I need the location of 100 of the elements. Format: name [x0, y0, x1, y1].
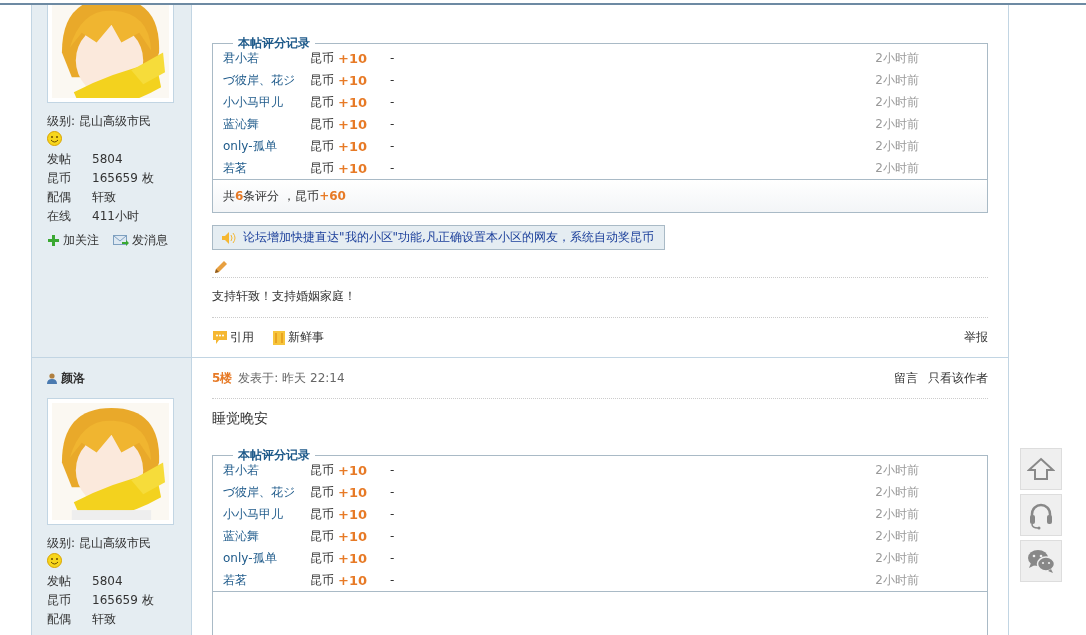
- time-text: 2小时前: [875, 483, 920, 501]
- post-body: 睡觉晚安: [212, 410, 269, 428]
- stat-value: 165659 枚: [92, 170, 154, 187]
- stat-label: 在线: [47, 208, 72, 225]
- amount-text: +10: [338, 462, 368, 478]
- stat-label: 昆币: [47, 170, 72, 187]
- chat-button[interactable]: [1020, 540, 1062, 582]
- amount-text: +10: [338, 550, 368, 566]
- reason-text: -: [390, 161, 395, 175]
- time-text: 2小时前: [875, 159, 920, 177]
- level-text: 级别: 昆山高级市民: [47, 535, 152, 551]
- stat-label: 配偶: [47, 611, 72, 628]
- time-text: 2小时前: [875, 571, 920, 589]
- reason-text: -: [390, 51, 395, 65]
- amount-text: +10: [338, 528, 368, 544]
- rater-link[interactable]: only-孤单: [223, 137, 310, 155]
- time-text: 2小时前: [875, 527, 920, 545]
- currency-label: 昆币: [310, 505, 335, 523]
- currency-label: 昆币: [310, 71, 335, 89]
- stat-value: 5804: [92, 151, 123, 168]
- reason-text: -: [390, 485, 395, 499]
- time-text: 2小时前: [875, 549, 920, 567]
- amount-text: +10: [338, 116, 368, 132]
- notice-text: 论坛增加快捷直达"我的小区"功能,凡正确设置本小区的网友，系统自动奖昆币: [243, 229, 654, 246]
- panel-legend: 本帖评分记录: [233, 36, 315, 51]
- user-icon: [47, 372, 57, 384]
- level-text: 级别: 昆山高级市民: [47, 113, 152, 129]
- summary-text: 共6条评分 ，昆币+60: [223, 189, 346, 203]
- header-link[interactable]: 留言: [894, 369, 918, 387]
- up-arrow-icon: [1027, 457, 1055, 481]
- follow-link[interactable]: 加关注: [47, 232, 99, 249]
- time-text: 2小时前: [875, 49, 920, 67]
- speech-bubble-icon: [212, 330, 228, 345]
- currency-label: 昆币: [310, 49, 335, 67]
- notice-bar[interactable]: 论坛增加快捷直达"我的小区"功能,凡正确设置本小区的网友，系统自动奖昆币: [212, 225, 665, 250]
- rater-link[interactable]: 蓝沁舞: [223, 115, 310, 133]
- quote-link[interactable]: 引用: [212, 329, 254, 346]
- reason-text: -: [390, 507, 395, 521]
- rater-link[interactable]: 若茗: [223, 159, 310, 177]
- smiley-icon: [47, 131, 62, 146]
- rater-link[interactable]: 蓝沁舞: [223, 527, 310, 545]
- amount-text: +10: [338, 94, 368, 110]
- reason-text: -: [390, 95, 395, 109]
- header-link[interactable]: 只看该作者: [928, 369, 988, 387]
- amount-text: +10: [338, 72, 368, 88]
- amount-text: +10: [338, 572, 368, 588]
- rater-link[interactable]: 小小马甲儿: [223, 505, 310, 523]
- rater-link[interactable]: 君小若: [223, 461, 310, 479]
- amount-text: +10: [338, 160, 368, 176]
- amount-text: +10: [338, 138, 368, 154]
- stat-value: 165659 枚: [92, 592, 154, 609]
- username[interactable]: 颜洛: [61, 369, 85, 387]
- rater-link[interactable]: 小小马甲儿: [223, 93, 310, 111]
- time-text: 2小时前: [875, 93, 920, 111]
- currency-label: 昆币: [310, 115, 335, 133]
- stat-label: 配偶: [47, 189, 72, 206]
- envelope-icon: [113, 234, 129, 247]
- reason-text: -: [390, 551, 395, 565]
- currency-label: 昆币: [310, 571, 335, 589]
- rater-link[interactable]: only-孤单: [223, 549, 310, 567]
- back-to-top-button[interactable]: [1020, 448, 1062, 490]
- pencil-icon: [212, 260, 228, 276]
- rater-link[interactable]: づ彼岸、花ジ: [223, 71, 310, 89]
- message-link[interactable]: 发消息: [113, 232, 168, 249]
- stat-value: 轩致: [92, 189, 116, 206]
- currency-label: 昆币: [310, 93, 335, 111]
- reason-text: -: [390, 529, 395, 543]
- time-text: 2小时前: [875, 505, 920, 523]
- amount-text: +10: [338, 50, 368, 66]
- rater-link[interactable]: 君小若: [223, 49, 310, 67]
- speaker-icon: [221, 230, 237, 245]
- stat-label: 发帖: [47, 573, 72, 590]
- reason-text: -: [390, 139, 395, 153]
- time-text: 2小时前: [875, 71, 920, 89]
- currency-label: 昆币: [310, 159, 335, 177]
- news-link[interactable]: 新鲜事: [272, 329, 324, 346]
- smiley-icon: [47, 553, 62, 568]
- post-time: 发表于: 昨天 22:14: [238, 369, 345, 387]
- chat-bubbles-icon: [1026, 548, 1056, 574]
- time-text: 2小时前: [875, 461, 920, 479]
- currency-label: 昆币: [310, 461, 335, 479]
- reason-text: -: [390, 573, 395, 587]
- stat-label: 昆币: [47, 592, 72, 609]
- stat-value: 5804: [92, 573, 123, 590]
- currency-label: 昆币: [310, 527, 335, 545]
- reason-text: -: [390, 73, 395, 87]
- currency-label: 昆币: [310, 549, 335, 567]
- report-link[interactable]: 举报: [964, 329, 988, 346]
- support-button[interactable]: [1020, 494, 1062, 536]
- rater-link[interactable]: 若茗: [223, 571, 310, 589]
- time-text: 2小时前: [875, 115, 920, 133]
- reason-text: -: [390, 463, 395, 477]
- note-icon: [272, 329, 286, 346]
- currency-label: 昆币: [310, 483, 335, 501]
- signature-text: 支持轩致！支持婚姻家庭！: [212, 289, 356, 303]
- rater-link[interactable]: づ彼岸、花ジ: [223, 483, 310, 501]
- time-text: 2小时前: [875, 137, 920, 155]
- currency-label: 昆币: [310, 137, 335, 155]
- stat-value: 轩致: [92, 611, 116, 628]
- stat-value: 411小时: [92, 208, 139, 225]
